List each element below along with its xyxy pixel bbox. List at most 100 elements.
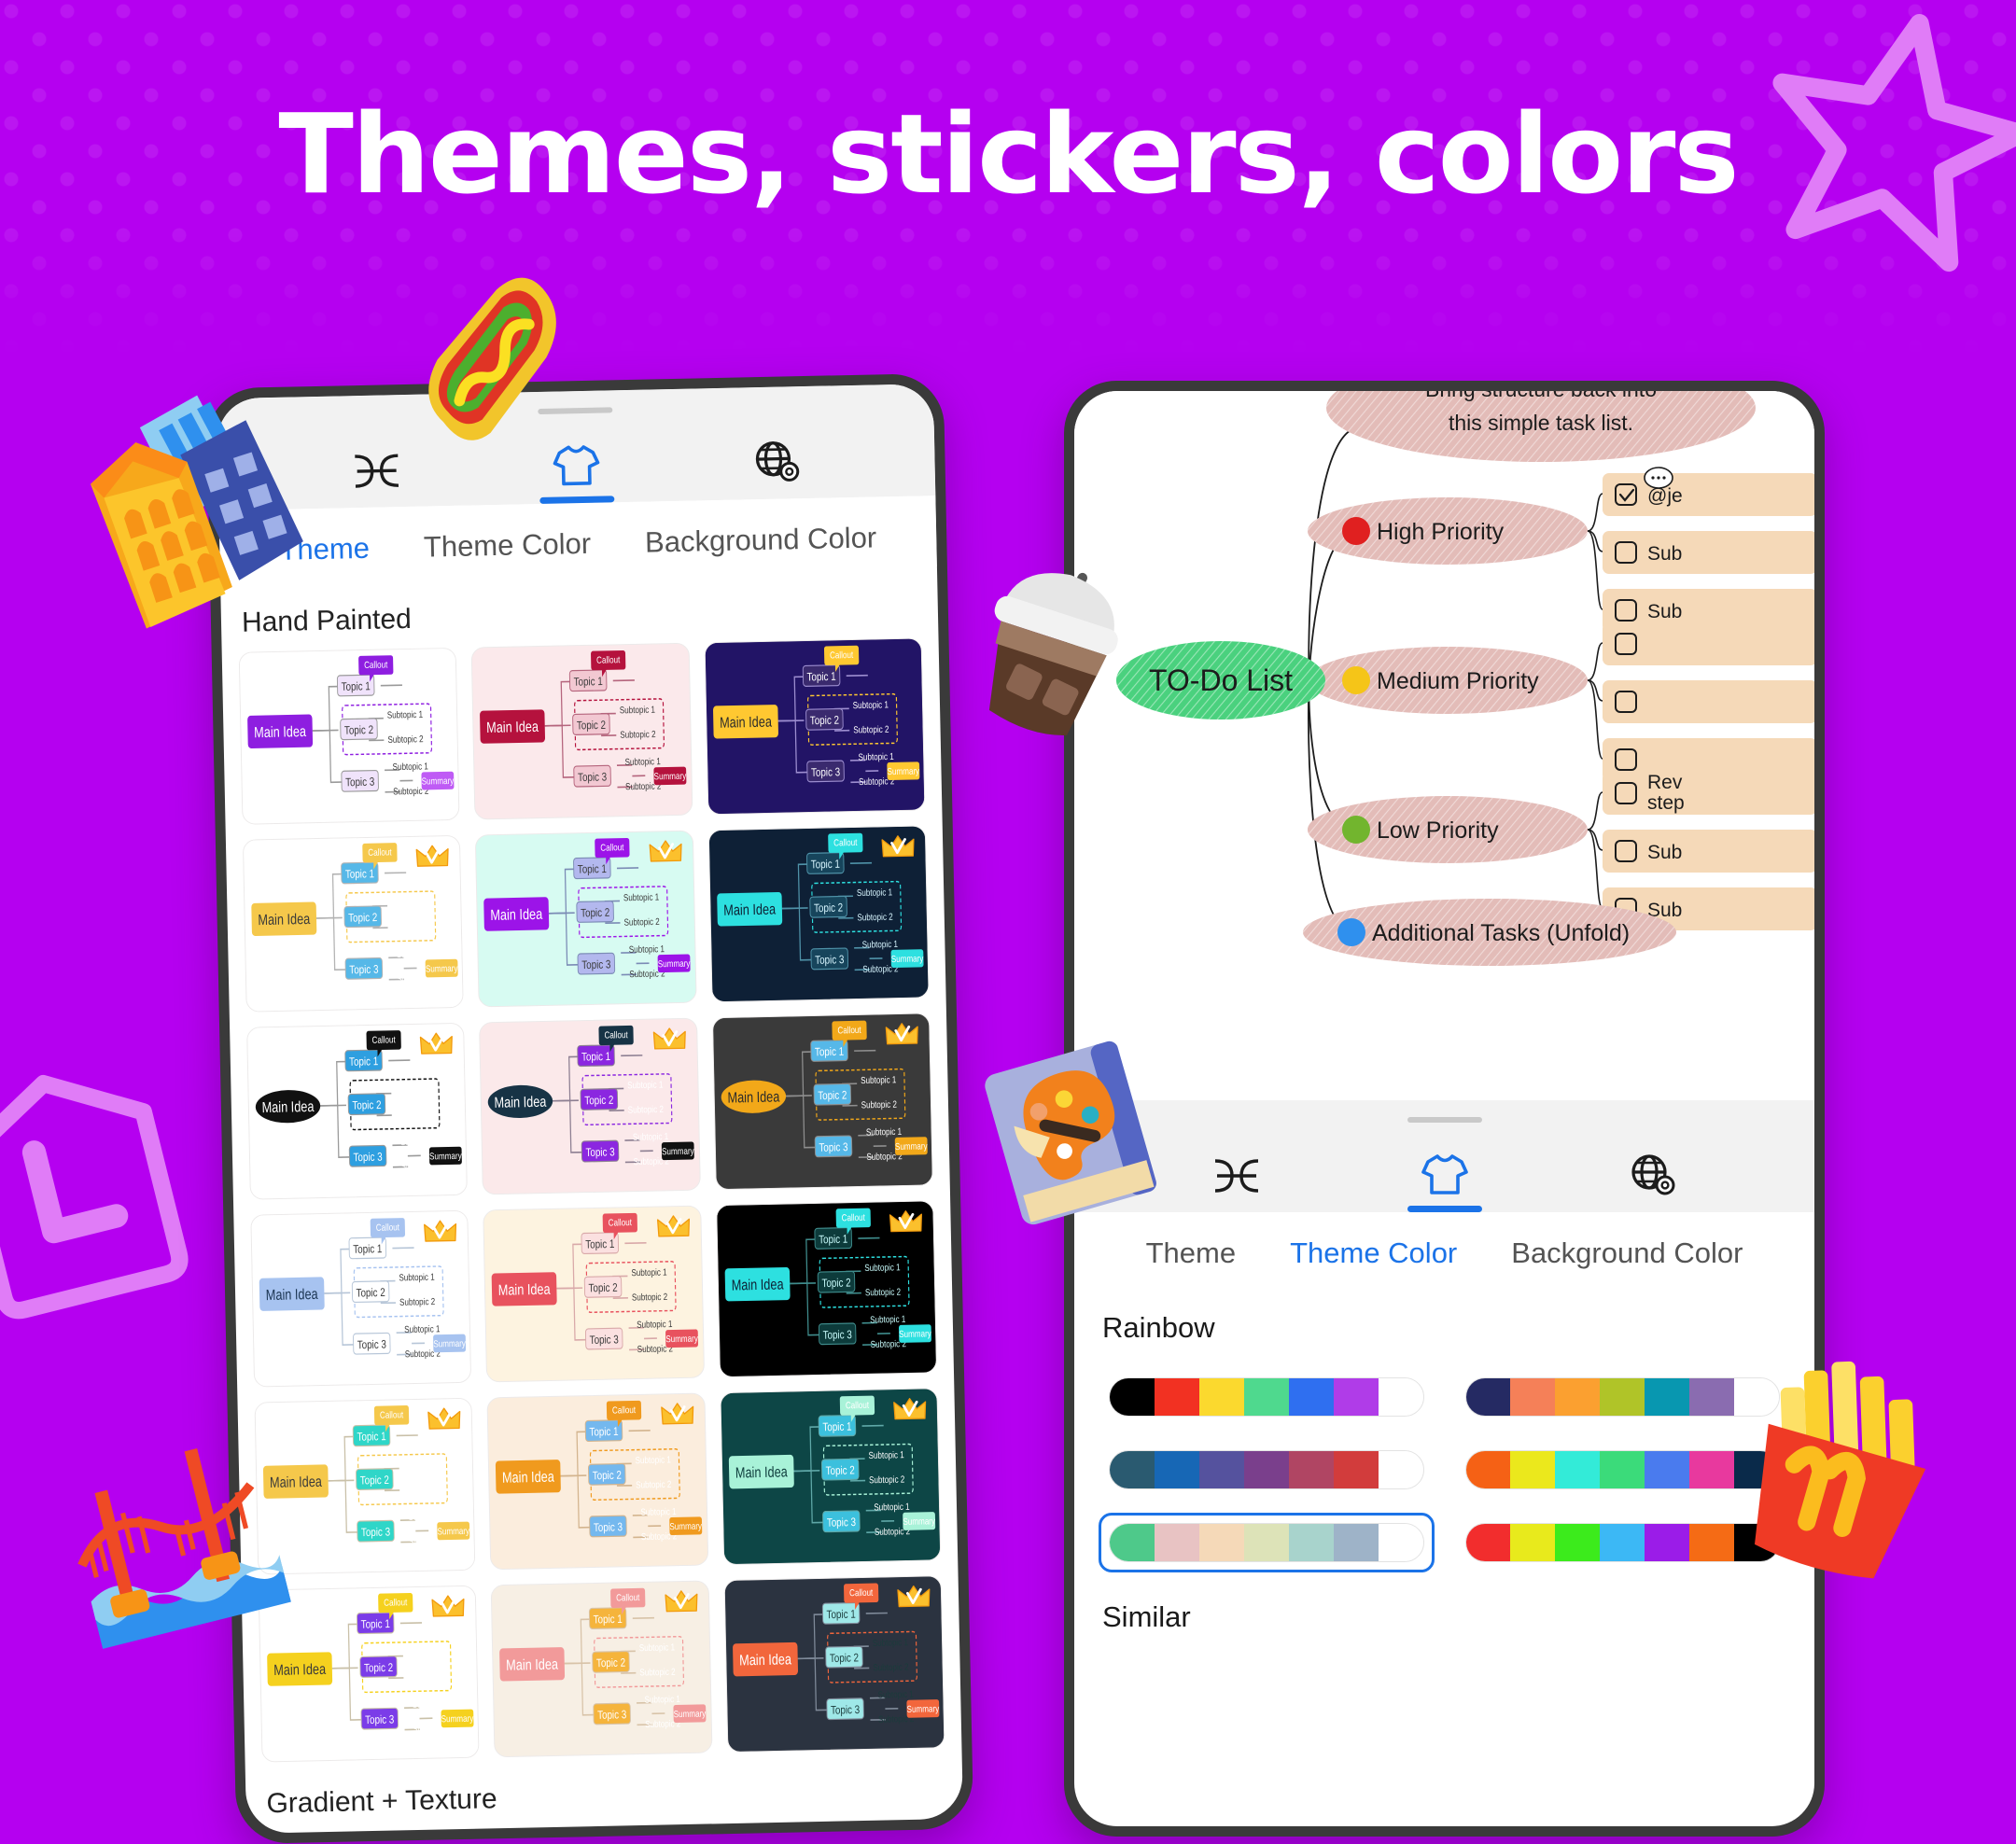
svg-text:Callout: Callout [845,1400,869,1411]
priority-dot [1342,517,1370,545]
right-tab-style[interactable] [1338,1152,1551,1212]
theme-card[interactable]: Main Idea Topic 1 Topic 2 Subtopic 1 Sub… [483,1205,705,1383]
svg-text:Topic 2: Topic 2 [818,1090,847,1103]
theme-card[interactable]: Main Idea Topic 1 Topic 2 Subtopic 1 Sub… [246,1022,469,1200]
palette-bar [1464,1377,1780,1417]
palette-swatch[interactable] [1455,1367,1791,1427]
task-box[interactable] [1603,531,1814,574]
l-badge-outline-decoration [0,1074,189,1320]
premium-crown-icon [889,1210,922,1233]
svg-text:Topic 1: Topic 1 [361,1618,390,1631]
svg-text:Subtopic 2: Subtopic 2 [853,724,889,735]
svg-text:Subtopic 1: Subtopic 1 [645,1694,680,1705]
svg-text:Topic 1: Topic 1 [815,1046,844,1059]
right-icon-tab-row [1074,1139,1814,1212]
left-tab-style[interactable] [474,440,679,506]
svg-text:Callout: Callout [376,1222,400,1233]
theme-card[interactable]: Main Idea Topic 1 Topic 2 Subtopic 1 Sub… [258,1585,480,1763]
mindmap-canvas[interactable]: Bring structure back into this simple tas… [1074,391,1814,1100]
svg-text:Main Idea: Main Idea [491,906,544,924]
branch-label: Medium Priority [1377,668,1539,694]
premium-crown-icon [660,1403,693,1425]
task-box[interactable] [1603,772,1814,815]
svg-text:Topic 3: Topic 3 [826,1516,855,1530]
sheet-grabber[interactable] [538,407,613,415]
right-tab-background-color[interactable]: Background Color [1511,1236,1743,1270]
theme-card[interactable]: Main Idea Topic 1 Topic 2 Subtopic 1 Sub… [486,1392,708,1571]
svg-text:Topic 2: Topic 2 [348,912,377,925]
svg-text:Summary: Summary [437,1526,469,1537]
palette-bar [1464,1523,1780,1562]
svg-text:Summary: Summary [426,963,458,974]
theme-card[interactable]: Main Idea Topic 1 Topic 2 Subtopic 1 Sub… [242,834,465,1013]
svg-text:Subtopic 1: Subtopic 1 [399,1272,434,1283]
theme-card[interactable]: Main Idea Topic 1 Topic 2 Subtopic 1 Sub… [479,1017,701,1195]
premium-crown-icon [415,845,449,867]
theme-card[interactable]: Main Idea Topic 1 Topic 2 Subtopic 1 Sub… [711,1013,933,1191]
theme-preview: Main Idea Topic 1 Topic 2 Subtopic 1 Sub… [471,643,693,819]
svg-text:Topic 3: Topic 3 [590,1334,619,1347]
task-box[interactable] [1603,830,1814,873]
comment-dot [1662,476,1666,480]
palette-swatch-selected[interactable] [1099,1513,1435,1572]
phone-right: Bring structure back into this simple tas… [1064,381,1825,1837]
left-tab-background-color[interactable]: Background Color [645,521,877,559]
left-tab-global[interactable] [679,436,875,500]
theme-card-grid: Main Idea Topic 1 Topic 2 Subtopic 1 Sub… [222,637,962,1763]
phone-right-screen: Bring structure back into this simple tas… [1074,391,1814,1826]
branch-label: Low Priority [1377,817,1499,844]
svg-text:Topic 1: Topic 1 [822,1421,851,1434]
premium-crown-icon [881,835,915,858]
left-tab-structure[interactable] [279,448,475,509]
theme-card[interactable]: Main Idea Topic 1 Topic 2 Subtopic 1 Sub… [475,830,697,1008]
palette-swatch[interactable] [1099,1440,1435,1500]
premium-crown-icon [649,840,682,862]
svg-text:Subtopic 2: Subtopic 2 [391,921,427,932]
theme-card[interactable]: Main Idea Topic 1 Topic 2 Subtopic 1 Sub… [238,647,460,825]
svg-text:Topic 2: Topic 2 [577,719,606,733]
svg-text:Topic 3: Topic 3 [597,1709,626,1722]
left-tab-theme[interactable]: Theme [279,532,370,567]
theme-card[interactable]: Main Idea Topic 1 Topic 2 Subtopic 1 Sub… [704,637,926,816]
right-tab-global[interactable] [1550,1152,1753,1212]
right-tab-theme-color[interactable]: Theme Color [1290,1236,1457,1270]
svg-text:Topic 1: Topic 1 [590,1426,619,1439]
theme-card[interactable]: Main Idea Topic 1 Topic 2 Subtopic 1 Sub… [723,1575,945,1753]
left-tab-theme-color[interactable]: Theme Color [424,527,592,565]
theme-card[interactable]: Main Idea Topic 1 Topic 2 Subtopic 1 Sub… [707,825,930,1003]
task-box[interactable] [1603,680,1814,723]
svg-text:Callout: Callout [368,847,392,859]
svg-text:Summary: Summary [665,1334,698,1345]
svg-text:Subtopic 1: Subtopic 1 [858,751,893,762]
svg-text:Subtopic 1: Subtopic 1 [408,1511,443,1522]
tshirt-icon [1421,1154,1468,1194]
palette-list[interactable]: Rainbow Similar [1074,1283,1814,1640]
palette-swatch[interactable] [1099,1367,1435,1427]
sheet-grabber[interactable] [1407,1117,1482,1123]
palette-swatch[interactable] [1455,1513,1791,1572]
svg-text:Topic 2: Topic 2 [360,1474,389,1488]
theme-card[interactable]: Main Idea Topic 1 Topic 2 Subtopic 1 Sub… [720,1388,942,1566]
svg-text:Topic 3: Topic 3 [349,964,378,977]
svg-text:Topic 3: Topic 3 [361,1527,390,1540]
svg-text:Subtopic 1: Subtopic 1 [623,892,659,903]
svg-text:Topic 1: Topic 1 [574,676,603,689]
theme-card[interactable]: Main Idea Topic 1 Topic 2 Subtopic 1 Sub… [250,1209,472,1388]
svg-text:Topic 2: Topic 2 [364,1662,393,1675]
theme-card[interactable]: Main Idea Topic 1 Topic 2 Subtopic 1 Sub… [254,1397,476,1575]
premium-crown-icon [420,1032,454,1055]
right-tab-structure[interactable] [1136,1155,1338,1212]
globe-gear-icon [1631,1154,1675,1195]
theme-list[interactable]: Hand Painted Main Idea Topic 1 Topic 2 S… [220,566,963,1834]
task-box[interactable] [1603,622,1814,665]
palette-swatch[interactable] [1455,1440,1791,1500]
theme-card[interactable]: Main Idea Topic 1 Topic 2 Subtopic 1 Sub… [470,642,693,820]
svg-text:Topic 2: Topic 2 [344,724,373,737]
right-tab-theme[interactable]: Theme [1146,1236,1236,1270]
palette-bar [1109,1377,1424,1417]
theme-card[interactable]: Main Idea Topic 1 Topic 2 Subtopic 1 Sub… [490,1580,713,1758]
svg-text:Subtopic 1: Subtopic 1 [874,1502,909,1513]
svg-text:Topic 3: Topic 3 [822,1329,851,1342]
theme-card[interactable]: Main Idea Topic 1 Topic 2 Subtopic 1 Sub… [715,1200,937,1378]
task-box[interactable] [1603,473,1814,516]
